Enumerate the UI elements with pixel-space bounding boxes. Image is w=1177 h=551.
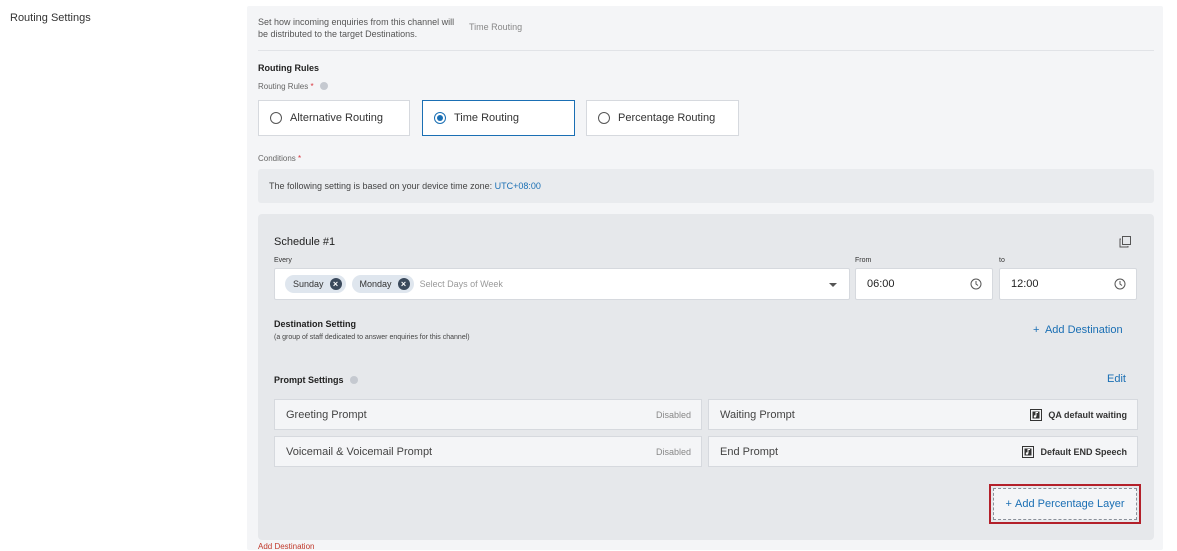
- plus-icon: +: [1033, 324, 1040, 336]
- prompt-status: Disabled: [655, 409, 691, 420]
- radio-circle-icon: [598, 112, 610, 124]
- prompt-settings-title: Prompt Settings: [274, 375, 359, 385]
- prompt-status: Disabled: [655, 446, 691, 457]
- schedule-title: Schedule #1: [274, 236, 336, 248]
- to-label: to: [999, 257, 1005, 264]
- destination-setting-subtitle: (a group of staff dedicated to answer en…: [274, 334, 470, 341]
- from-time-input[interactable]: 06:00: [855, 268, 993, 300]
- waiting-prompt-row[interactable]: Waiting Prompt QA default waiting: [708, 399, 1138, 430]
- destination-setting-title: Destination Setting: [274, 319, 357, 329]
- greeting-prompt-row[interactable]: Greeting Prompt Disabled: [274, 399, 702, 430]
- timezone-notice: The following setting is based on your d…: [258, 169, 1154, 203]
- radio-circle-icon: [270, 112, 282, 124]
- routing-description: Set how incoming enquiries from this cha…: [258, 17, 455, 39]
- radio-percentage-routing[interactable]: Percentage Routing: [586, 100, 739, 136]
- edit-prompts-button[interactable]: Edit: [1107, 373, 1126, 385]
- clock-icon: [1114, 278, 1126, 290]
- routing-settings-title: Routing Settings: [10, 12, 91, 24]
- copy-icon[interactable]: [1119, 236, 1131, 248]
- radio-time-routing[interactable]: Time Routing: [422, 100, 575, 136]
- add-destination-button[interactable]: + Add Destination: [1033, 324, 1123, 336]
- chevron-down-icon[interactable]: [829, 283, 837, 287]
- routing-rules-label: Routing Rules *: [258, 81, 328, 91]
- info-icon[interactable]: [350, 375, 359, 384]
- prompt-status: QA default waiting: [1030, 408, 1127, 421]
- from-label: From: [855, 257, 872, 264]
- voicemail-prompt-row[interactable]: Voicemail & Voicemail Prompt Disabled: [274, 436, 702, 467]
- day-chip-monday: Monday ×: [351, 275, 414, 293]
- current-routing-mode: Time Routing: [469, 22, 523, 32]
- info-icon[interactable]: [319, 81, 328, 90]
- divider: [258, 50, 1154, 51]
- remove-chip-icon[interactable]: ×: [329, 278, 342, 290]
- prompt-status: Default END Speech: [1022, 445, 1127, 458]
- add-percentage-layer-button[interactable]: + Add Percentage Layer: [993, 488, 1137, 520]
- every-label: Every: [274, 257, 292, 264]
- end-prompt-row[interactable]: End Prompt Default END Speech: [708, 436, 1138, 467]
- plus-icon: +: [1005, 498, 1012, 510]
- day-chip-sunday: Sunday ×: [285, 275, 346, 293]
- to-time-input[interactable]: 12:00: [999, 268, 1137, 300]
- music-file-icon: [1030, 408, 1043, 421]
- days-placeholder: Select Days of Week: [419, 279, 503, 289]
- radio-selected-icon: [434, 112, 446, 124]
- music-file-icon: [1022, 445, 1035, 458]
- routing-rules-heading: Routing Rules: [258, 63, 319, 73]
- radio-alternative-routing[interactable]: Alternative Routing: [258, 100, 410, 136]
- timezone-value: UTC+08:00: [494, 181, 541, 191]
- remove-chip-icon[interactable]: ×: [397, 278, 410, 290]
- clock-icon: [970, 278, 982, 290]
- conditions-label: Conditions *: [258, 154, 302, 163]
- days-of-week-select[interactable]: Sunday × Monday × Select Days of Week: [274, 268, 850, 300]
